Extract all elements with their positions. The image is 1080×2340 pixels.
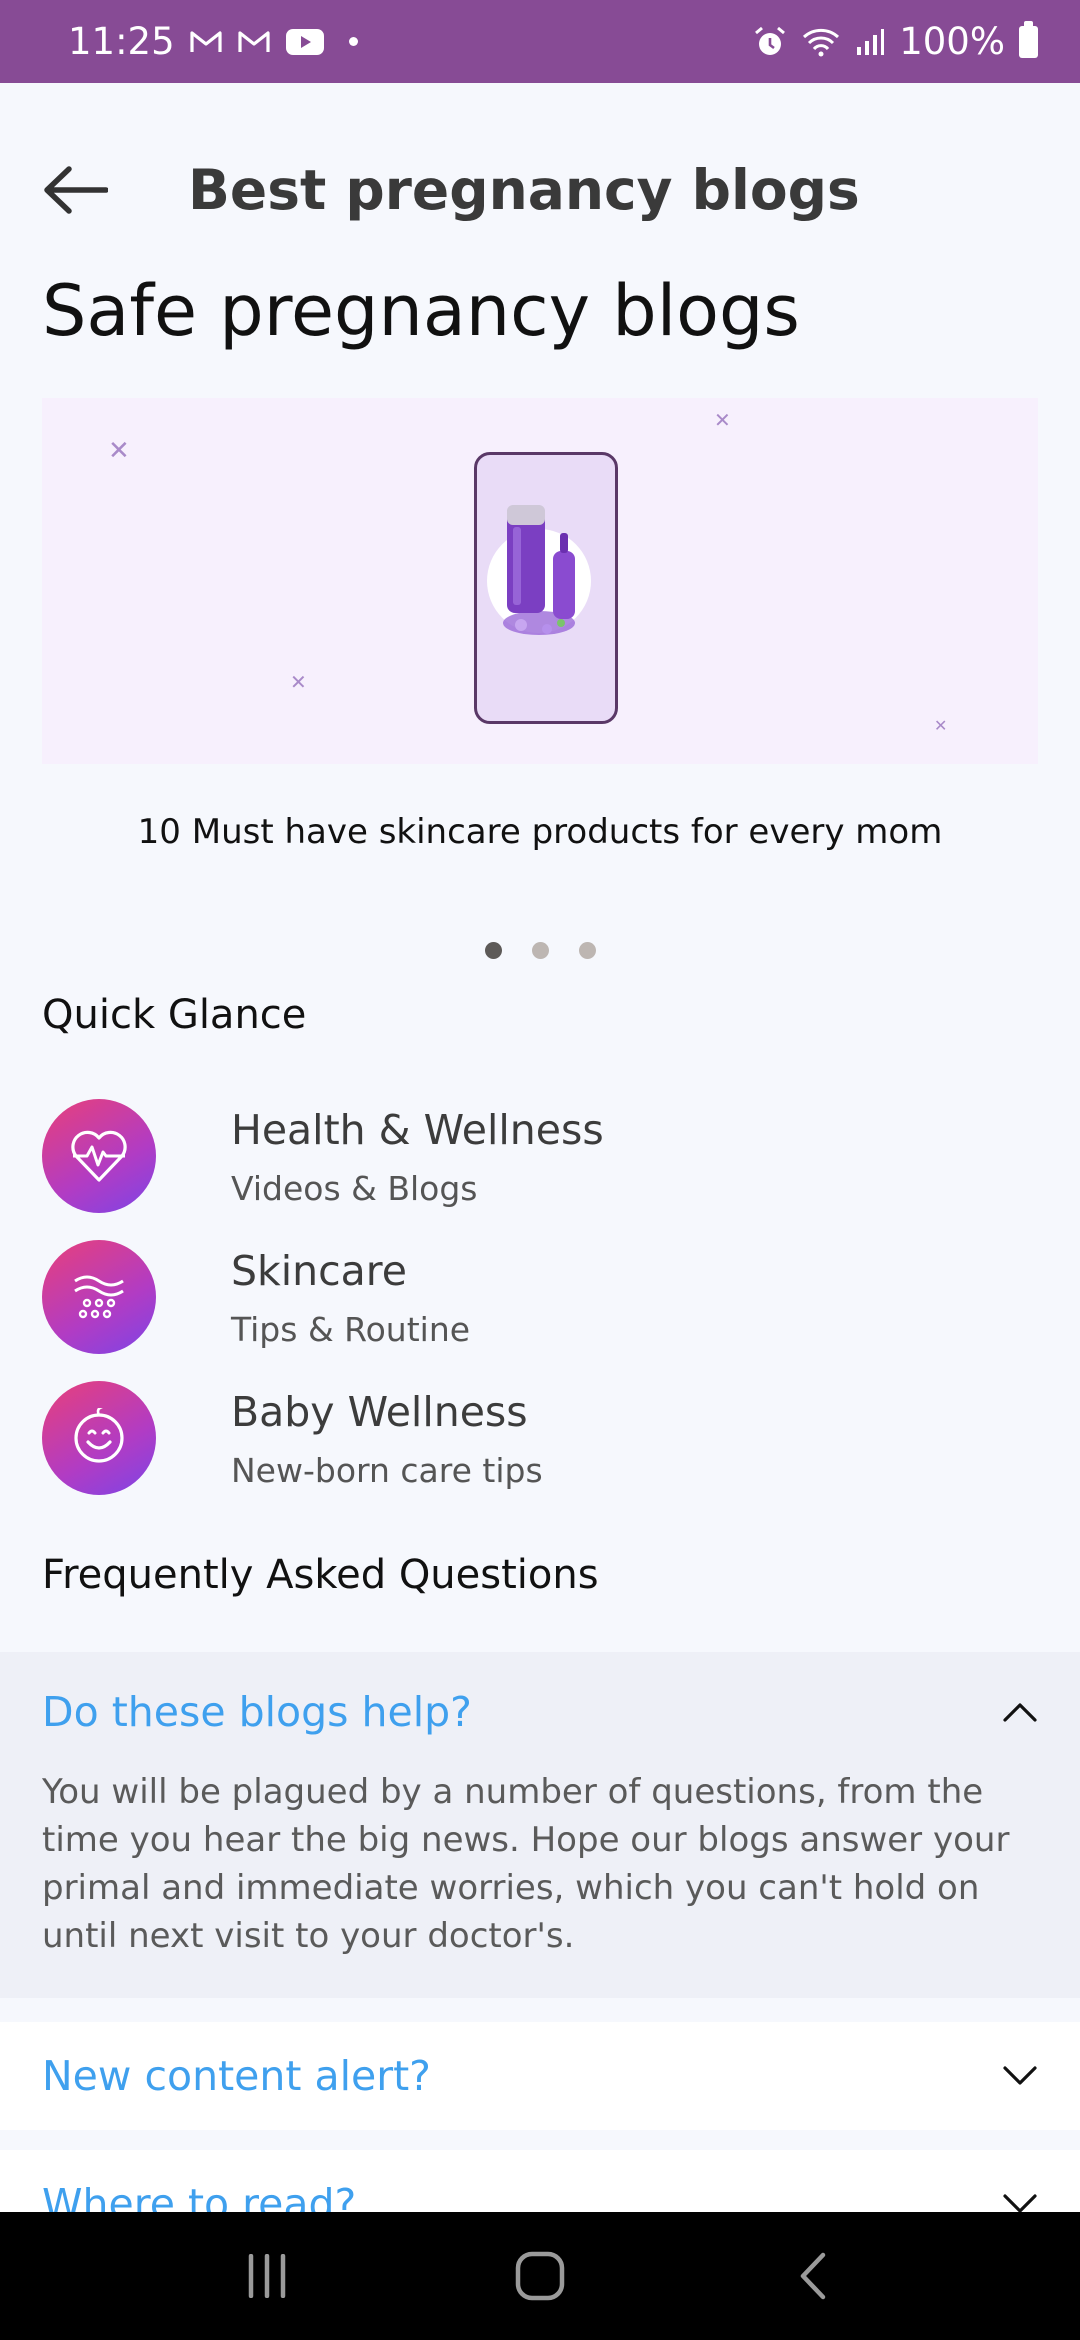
carousel-dot-3[interactable] — [578, 942, 596, 959]
faq-answer: You will be plagued by a number of quest… — [42, 1772, 1010, 1956]
signal-icon — [855, 27, 885, 57]
skin-icon — [42, 1240, 156, 1354]
skincare-products-image — [487, 505, 591, 635]
faq-question-toggle[interactable]: New content alert? — [0, 2022, 1080, 2130]
sparkle-icon: ✕ — [714, 408, 731, 432]
carousel-caption: 10 Must have skincare products for every… — [137, 812, 943, 852]
nav-back-button[interactable] — [758, 2221, 868, 2331]
status-left: 11:25 — [68, 20, 358, 63]
glance-item-subtitle: Videos & Blogs — [231, 1169, 478, 1209]
faq-item-collapsed[interactable]: New content alert? — [0, 2022, 1080, 2130]
glance-item-title: Health & Wellness — [231, 1105, 604, 1154]
glance-item-title: Baby Wellness — [231, 1387, 528, 1436]
faq-question-toggle[interactable]: Do these blogs help? — [0, 1652, 1080, 1772]
glance-item-subtitle: Tips & Routine — [231, 1310, 471, 1350]
glance-item-title: Skincare — [231, 1246, 407, 1295]
sparkle-icon: ✕ — [934, 716, 948, 735]
page-title: Safe pregnancy blogs — [42, 270, 800, 352]
alarm-icon — [753, 25, 787, 59]
gmail-icon — [237, 29, 271, 55]
carousel-dot-1[interactable] — [484, 942, 502, 959]
header-title: Best pregnancy blogs — [188, 158, 860, 222]
sparkle-icon: ✕ — [108, 436, 130, 466]
faq-question: New content alert? — [42, 2052, 431, 2100]
glance-item-subtitle: New-born care tips — [231, 1451, 543, 1491]
recent-apps-button[interactable] — [212, 2221, 322, 2331]
faq-item-expanded: Do these blogs help? You will be plagued… — [0, 1652, 1080, 1998]
app-header: Best pregnancy blogs — [42, 150, 860, 230]
quick-glance-item-baby[interactable]: Baby Wellness New-born care tips — [42, 1380, 742, 1496]
wifi-icon — [801, 27, 841, 57]
quick-glance-title: Quick Glance — [42, 992, 307, 1038]
youtube-icon — [285, 28, 325, 56]
arrow-left-icon — [44, 166, 108, 214]
chevron-down-icon — [1003, 2066, 1037, 2085]
quick-glance-item-health[interactable]: Health & Wellness Videos & Blogs — [42, 1098, 742, 1214]
phone-illustration — [474, 452, 618, 724]
recent-apps-icon — [248, 2254, 285, 2298]
home-button[interactable] — [485, 2221, 595, 2331]
chevron-up-icon — [1003, 1703, 1037, 1722]
status-bar: 11:25 100% — [0, 0, 1080, 83]
carousel-dot-2[interactable] — [531, 942, 549, 959]
carousel-pagination — [0, 942, 1080, 959]
quick-glance-item-skincare[interactable]: Skincare Tips & Routine — [42, 1239, 742, 1355]
battery-percentage: 100% — [899, 20, 1005, 63]
smiley-icon — [42, 1381, 156, 1495]
battery-icon — [1019, 20, 1038, 58]
home-icon — [515, 2251, 565, 2301]
gmail-icon — [189, 29, 223, 55]
notification-dot-icon — [348, 37, 358, 46]
carousel-banner[interactable]: ✕ ✕ ✕ ✕ — [42, 398, 1038, 764]
system-nav-bar — [0, 2212, 1080, 2340]
status-right: 100% — [753, 20, 1038, 63]
back-chevron-icon — [801, 2252, 826, 2300]
sparkle-icon: ✕ — [290, 670, 307, 694]
back-button[interactable] — [42, 160, 112, 220]
heartbeat-icon — [42, 1099, 156, 1213]
faq-title: Frequently Asked Questions — [42, 1552, 599, 1598]
faq-question: Do these blogs help? — [42, 1688, 472, 1736]
status-time: 11:25 — [68, 20, 175, 63]
